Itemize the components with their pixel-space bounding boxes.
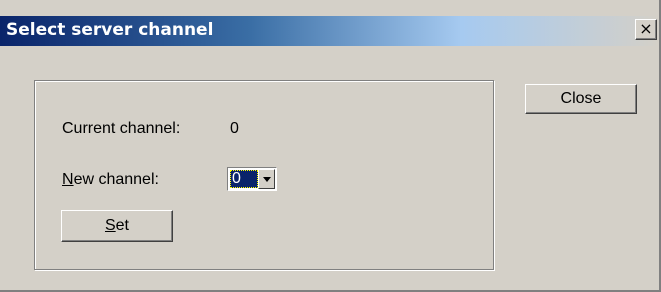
set-button-mnemonic: S: [104, 217, 116, 234]
new-channel-label-mnemonic: N: [62, 171, 74, 188]
new-channel-select[interactable]: 0: [227, 167, 277, 191]
select-server-channel-dialog: Select server channel × Current channel:…: [0, 0, 661, 292]
new-channel-label: New channel:: [62, 171, 159, 189]
close-icon: ×: [639, 19, 653, 38]
chevron-down-icon[interactable]: [258, 169, 275, 189]
title-bar[interactable]: Select server channel ×: [0, 16, 659, 46]
current-channel-value: 0: [230, 120, 239, 137]
set-button-text: et: [115, 217, 129, 234]
new-channel-selected-value[interactable]: 0: [230, 170, 258, 188]
new-channel-label-text: ew channel:: [73, 171, 159, 188]
set-button[interactable]: Set: [61, 210, 173, 242]
window-title: Select server channel: [6, 20, 214, 40]
close-button[interactable]: Close: [525, 84, 637, 114]
title-close-button[interactable]: ×: [635, 19, 657, 40]
current-channel-label: Current channel:: [62, 120, 181, 137]
